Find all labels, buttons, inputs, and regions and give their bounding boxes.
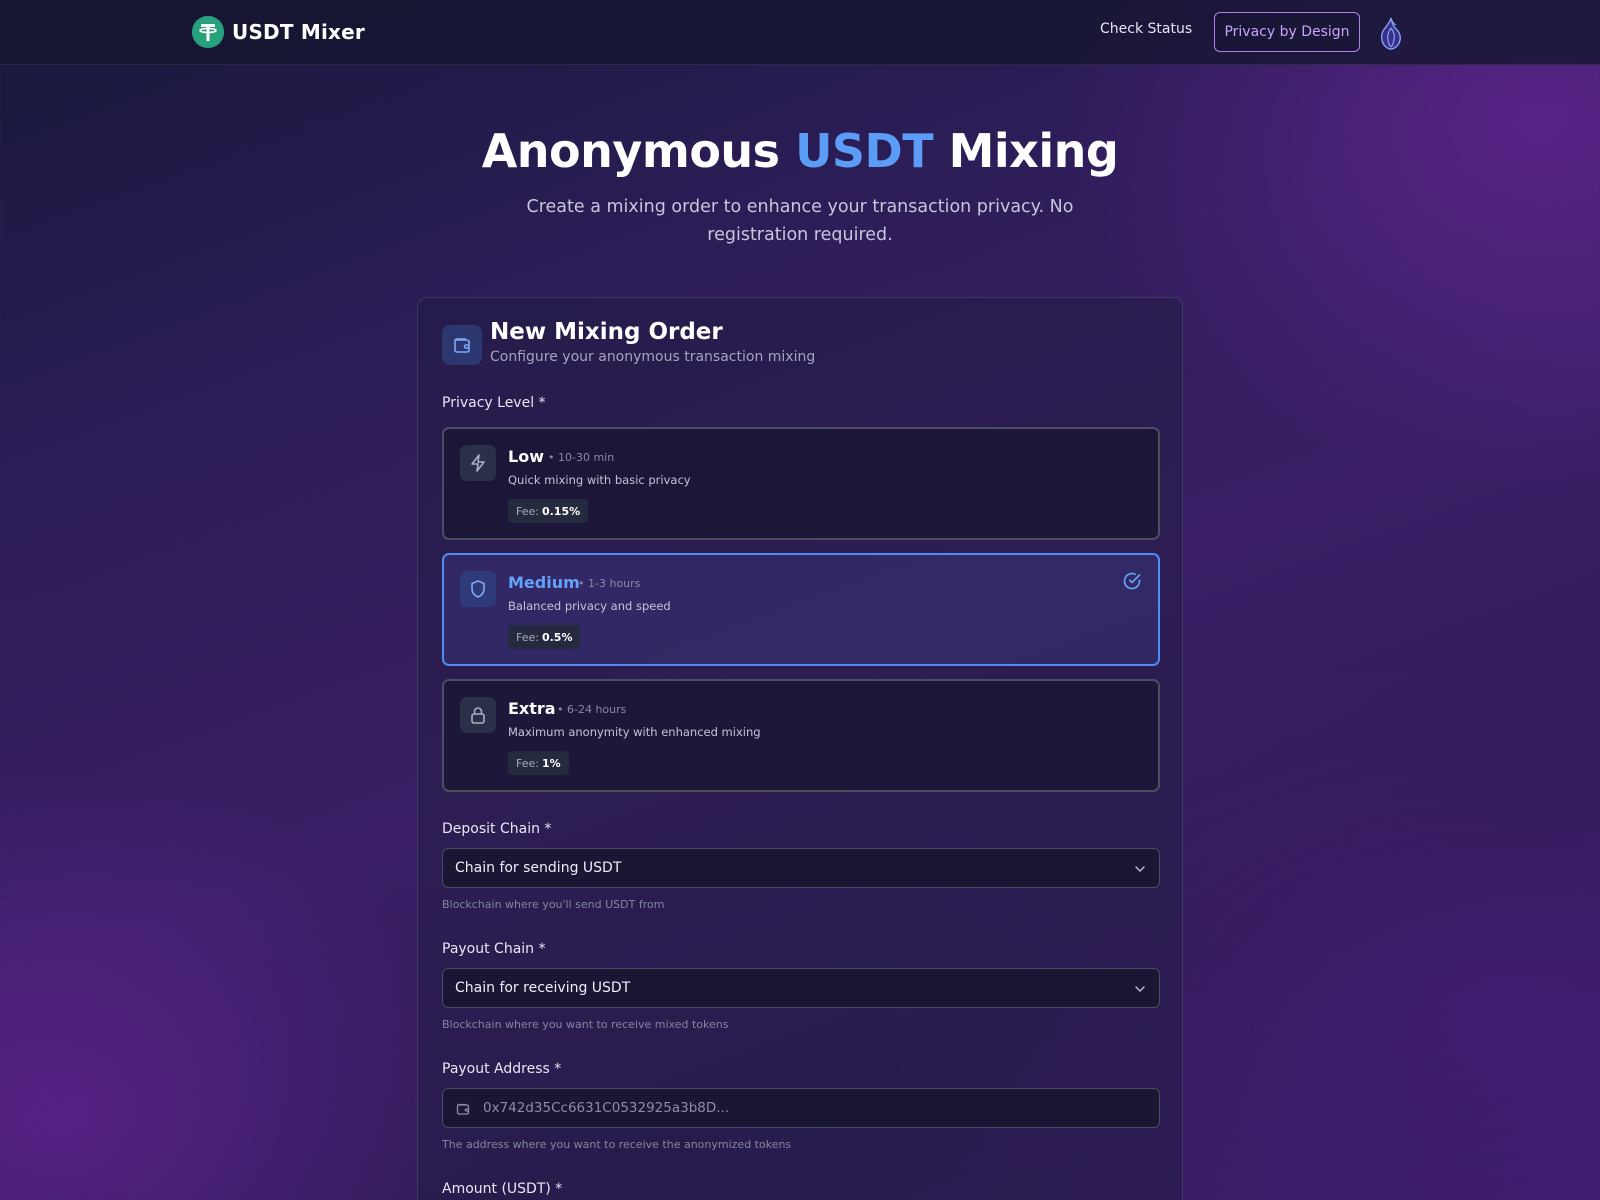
check-status-link[interactable]: Check Status bbox=[1100, 21, 1192, 37]
level-duration: • 1-3 hours bbox=[578, 577, 641, 590]
shield-icon bbox=[460, 571, 496, 607]
level-description: Balanced privacy and speed bbox=[508, 599, 671, 613]
level-description: Maximum anonymity with enhanced mixing bbox=[508, 725, 761, 739]
deposit-chain-value: Chain for sending USDT bbox=[455, 860, 622, 876]
card-title: New Mixing Order bbox=[490, 319, 723, 345]
privacy-option-low[interactable]: Low • 10-30 min Quick mixing with basic … bbox=[442, 427, 1160, 540]
deposit-chain-select[interactable]: Chain for sending USDT bbox=[442, 848, 1160, 888]
payout-address-hint: The address where you want to receive th… bbox=[442, 1138, 792, 1151]
level-name: Medium bbox=[508, 573, 580, 592]
payout-address-field[interactable] bbox=[442, 1088, 1160, 1128]
check-circle-icon bbox=[1123, 572, 1141, 590]
level-name: Extra bbox=[508, 699, 556, 718]
fee-badge: Fee: 1% bbox=[508, 751, 569, 775]
level-name: Low bbox=[508, 447, 544, 466]
deposit-chain-hint: Blockchain where you'll send USDT from bbox=[442, 898, 665, 911]
privacy-option-medium[interactable]: Medium • 1-3 hours Balanced privacy and … bbox=[442, 553, 1160, 666]
top-navbar: USDT Mixer Check Status Privacy by Desig… bbox=[0, 0, 1600, 65]
onion-icon[interactable] bbox=[1378, 16, 1404, 50]
privacy-option-extra[interactable]: Extra • 6-24 hours Maximum anonymity wit… bbox=[442, 679, 1160, 792]
lock-icon bbox=[460, 697, 496, 733]
chevron-down-icon bbox=[1135, 866, 1145, 872]
payout-address-input[interactable] bbox=[483, 1089, 1143, 1127]
payout-address-label: Payout Address * bbox=[442, 1061, 562, 1077]
privacy-level-label: Privacy Level * bbox=[442, 395, 546, 411]
payout-chain-value: Chain for receiving USDT bbox=[455, 980, 631, 996]
payout-chain-select[interactable]: Chain for receiving USDT bbox=[442, 968, 1160, 1008]
level-duration: • 6-24 hours bbox=[557, 703, 627, 716]
tether-logo-icon bbox=[192, 16, 224, 48]
hero-subtitle: Create a mixing order to enhance your tr… bbox=[526, 197, 1074, 245]
level-description: Quick mixing with basic privacy bbox=[508, 473, 691, 487]
brand[interactable]: USDT Mixer bbox=[192, 16, 365, 48]
chevron-down-icon bbox=[1135, 986, 1145, 992]
payout-chain-label: Payout Chain * bbox=[442, 941, 546, 957]
lightning-icon bbox=[460, 445, 496, 481]
fee-badge: Fee: 0.15% bbox=[508, 499, 589, 523]
hero-title: Anonymous USDT Mixing bbox=[481, 124, 1119, 178]
level-duration: • 10-30 min bbox=[548, 451, 615, 464]
amount-label: Amount (USDT) * bbox=[442, 1181, 563, 1197]
fee-badge: Fee: 0.5% bbox=[508, 625, 581, 649]
wallet-icon bbox=[456, 1103, 470, 1115]
wallet-icon bbox=[442, 325, 482, 365]
privacy-by-design-button[interactable]: Privacy by Design bbox=[1214, 12, 1360, 52]
brand-name: USDT Mixer bbox=[232, 20, 365, 44]
deposit-chain-label: Deposit Chain * bbox=[442, 821, 552, 837]
payout-chain-hint: Blockchain where you want to receive mix… bbox=[442, 1018, 729, 1031]
new-order-card: New Mixing Order Configure your anonymou… bbox=[417, 297, 1183, 1200]
card-subtitle: Configure your anonymous transaction mix… bbox=[490, 349, 816, 365]
